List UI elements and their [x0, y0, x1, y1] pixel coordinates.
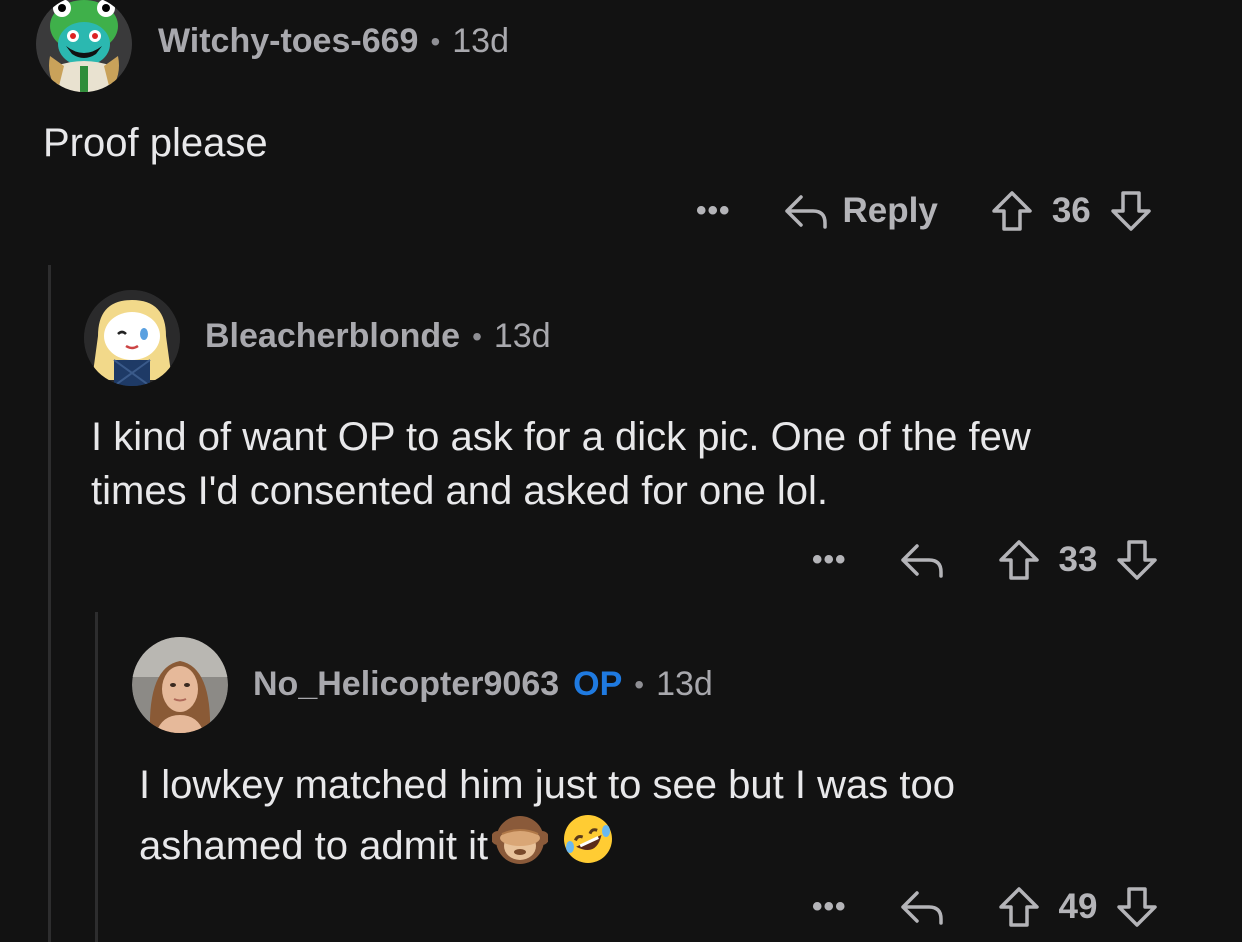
reply-arrow-icon [899, 887, 945, 927]
comment-body: I lowkey matched him just to see but I w… [139, 758, 955, 880]
vote-score: 49 [1058, 887, 1098, 926]
comment-body-line: I lowkey matched him just to see but I w… [139, 763, 955, 807]
downvote-icon[interactable] [1115, 885, 1159, 929]
comment-3: No_Helicopter9063 OP • 13d I lowkey matc… [0, 0, 1242, 942]
comment-actions: ••• 49 [812, 882, 1159, 932]
reply-button[interactable] [899, 887, 945, 927]
timestamp: 13d [656, 665, 713, 703]
vote-controls: 49 [997, 885, 1160, 929]
rolling-on-floor-laughing-emoji [562, 813, 614, 879]
comment-body-line-with-emoji: ashamed to admit it [139, 812, 955, 880]
separator-dot: • [634, 668, 645, 700]
upvote-icon[interactable] [997, 885, 1041, 929]
comment-body-line: ashamed to admit it [139, 824, 489, 868]
more-options-button[interactable]: ••• [812, 890, 847, 924]
username[interactable]: No_Helicopter9063 [253, 665, 559, 704]
comment-meta: No_Helicopter9063 OP • 13d [253, 665, 713, 704]
op-badge: OP [573, 665, 623, 703]
profile-photo-avatar[interactable] [132, 637, 228, 733]
see-no-evil-monkey-emoji [491, 812, 550, 880]
